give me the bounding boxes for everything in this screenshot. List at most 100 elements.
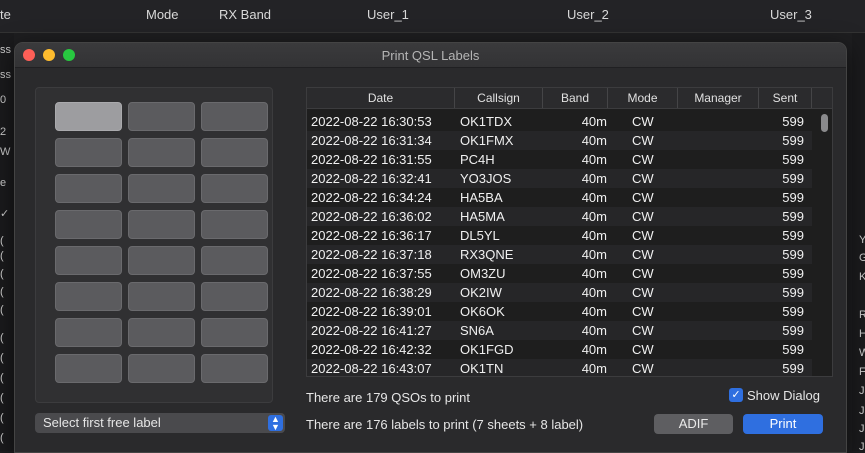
table-row[interactable]: 2022-08-22 16:41:27 SN6A 40m CW 599 <box>307 321 812 340</box>
label-cell[interactable] <box>128 102 195 131</box>
label-cell[interactable] <box>201 318 268 347</box>
table-row[interactable]: 2022-08-22 16:39:01 OK6OK 40m CW 599 <box>307 302 812 321</box>
dialog-titlebar[interactable]: Print QSL Labels <box>15 43 846 68</box>
cell-manager <box>679 283 759 302</box>
table-row[interactable]: 2022-08-22 16:36:17 DL5YL 40m CW 599 <box>307 226 812 245</box>
label-cell[interactable] <box>201 138 268 167</box>
cell-band: 40m <box>581 323 607 338</box>
label-cell[interactable] <box>55 138 122 167</box>
cell-band: 40m <box>581 114 607 129</box>
table-row[interactable]: 2022-08-22 16:38:29 OK2IW 40m CW 599 <box>307 283 812 302</box>
table-row[interactable]: 2022-08-22 16:37:18 RX3QNE 40m CW 599 <box>307 245 812 264</box>
column-header-callsign[interactable]: Callsign <box>455 88 543 108</box>
bg-column-user2[interactable]: User_2 <box>567 7 609 22</box>
label-cell[interactable] <box>128 174 195 203</box>
cell-sent: 599 <box>782 133 804 148</box>
label-cell[interactable] <box>55 354 122 383</box>
label-cell[interactable] <box>201 282 268 311</box>
label-cell[interactable] <box>128 210 195 239</box>
cell-callsign: OK1TN <box>460 361 504 376</box>
bg-left-fragment: ( <box>0 412 4 424</box>
cell-sent: 599 <box>782 342 804 357</box>
cell-date: 2022-08-22 16:43:07 <box>311 361 432 376</box>
bg-column-date[interactable]: te <box>0 7 11 22</box>
cell-manager <box>679 321 759 340</box>
bg-left-fragment: ( <box>0 392 4 404</box>
table-row[interactable]: 2022-08-22 16:43:07 OK1TN 40m CW 599 <box>307 359 812 376</box>
column-header-band[interactable]: Band <box>543 88 608 108</box>
bg-right-fragment: K <box>859 271 865 283</box>
cell-sent: 599 <box>782 323 804 338</box>
adif-button[interactable]: ADIF <box>654 414 733 434</box>
label-cell[interactable] <box>55 210 122 239</box>
bg-right-fragment: J <box>859 423 865 435</box>
label-cell[interactable] <box>55 318 122 347</box>
cell-callsign: OK1TDX <box>460 114 513 129</box>
column-header-date[interactable]: Date <box>307 88 455 108</box>
label-cell[interactable] <box>201 246 268 275</box>
label-cell[interactable] <box>128 318 195 347</box>
qso-count-text: There are 179 QSOs to print <box>306 390 471 405</box>
table-row[interactable]: 2022-08-22 16:42:32 OK1FGD 40m CW 599 <box>307 340 812 359</box>
cell-sent: 599 <box>782 114 804 129</box>
label-cell[interactable] <box>128 246 195 275</box>
qso-table-header: Date Callsign Band Mode Manager Sent <box>307 88 832 109</box>
bg-column-user1[interactable]: User_1 <box>367 7 409 22</box>
label-cell[interactable] <box>55 174 122 203</box>
table-row[interactable]: 2022-08-22 16:37:55 OM3ZU 40m CW 599 <box>307 264 812 283</box>
cell-sent: 599 <box>782 285 804 300</box>
cell-manager <box>679 264 759 283</box>
show-dialog-label[interactable]: Show Dialog <box>747 388 820 403</box>
qso-table-scrollbar[interactable] <box>821 114 828 132</box>
cell-date: 2022-08-22 16:38:29 <box>311 285 432 300</box>
print-button[interactable]: Print <box>743 414 823 434</box>
label-cell[interactable] <box>55 102 122 131</box>
cell-sent: 599 <box>782 209 804 224</box>
column-header-sent[interactable]: Sent <box>759 88 812 108</box>
bg-left-fragment: e <box>0 177 7 189</box>
bg-column-mode[interactable]: Mode <box>146 7 179 22</box>
label-cell[interactable] <box>201 210 268 239</box>
cell-manager <box>679 226 759 245</box>
bg-column-user3[interactable]: User_3 <box>770 7 812 22</box>
cell-date: 2022-08-22 16:41:27 <box>311 323 432 338</box>
label-cell[interactable] <box>55 282 122 311</box>
bg-left-fragment: 0 <box>0 94 7 106</box>
bg-right-fragment: F <box>859 366 865 378</box>
label-cell[interactable] <box>201 354 268 383</box>
table-row[interactable]: 2022-08-22 16:31:55 PC4H 40m CW 599 <box>307 150 812 169</box>
cell-manager <box>679 150 759 169</box>
cell-manager <box>679 207 759 226</box>
bg-left-fragment: ( <box>0 268 4 280</box>
cell-sent: 599 <box>782 171 804 186</box>
label-cell[interactable] <box>55 246 122 275</box>
cell-sent: 599 <box>782 228 804 243</box>
column-header-manager[interactable]: Manager <box>678 88 759 108</box>
table-row[interactable]: 2022-08-22 16:34:24 HA5BA 40m CW 599 <box>307 188 812 207</box>
label-cell[interactable] <box>201 102 268 131</box>
table-row[interactable]: 2022-08-22 16:30:53 OK1TDX 40m CW 599 <box>307 112 812 131</box>
label-cell[interactable] <box>128 282 195 311</box>
column-header-mode[interactable]: Mode <box>608 88 678 108</box>
show-dialog-checkbox[interactable]: ✓ <box>729 388 743 402</box>
cell-manager <box>679 112 759 131</box>
dialog-title: Print QSL Labels <box>381 48 480 63</box>
cell-manager <box>679 359 759 376</box>
cell-sent: 599 <box>782 266 804 281</box>
cell-date: 2022-08-22 16:42:32 <box>311 342 432 357</box>
qso-table: Date Callsign Band Mode Manager Sent 202… <box>306 87 833 377</box>
label-cell[interactable] <box>201 174 268 203</box>
label-cell[interactable] <box>128 354 195 383</box>
table-row[interactable]: 2022-08-22 16:31:34 OK1FMX 40m CW 599 <box>307 131 812 150</box>
cell-date: 2022-08-22 16:36:02 <box>311 209 432 224</box>
bg-left-fragment: ( <box>0 250 4 262</box>
bg-column-rx-band[interactable]: RX Band <box>219 7 271 22</box>
cell-mode: CW <box>632 209 654 224</box>
cell-date: 2022-08-22 16:32:41 <box>311 171 432 186</box>
cell-mode: CW <box>632 190 654 205</box>
label-cell[interactable] <box>128 138 195 167</box>
table-row[interactable]: 2022-08-22 16:32:41 YO3JOS 40m CW 599 <box>307 169 812 188</box>
table-row[interactable]: 2022-08-22 16:36:02 HA5MA 40m CW 599 <box>307 207 812 226</box>
cell-mode: CW <box>632 285 654 300</box>
first-free-label-select[interactable]: Select first free label ▲ ▼ <box>35 413 285 433</box>
